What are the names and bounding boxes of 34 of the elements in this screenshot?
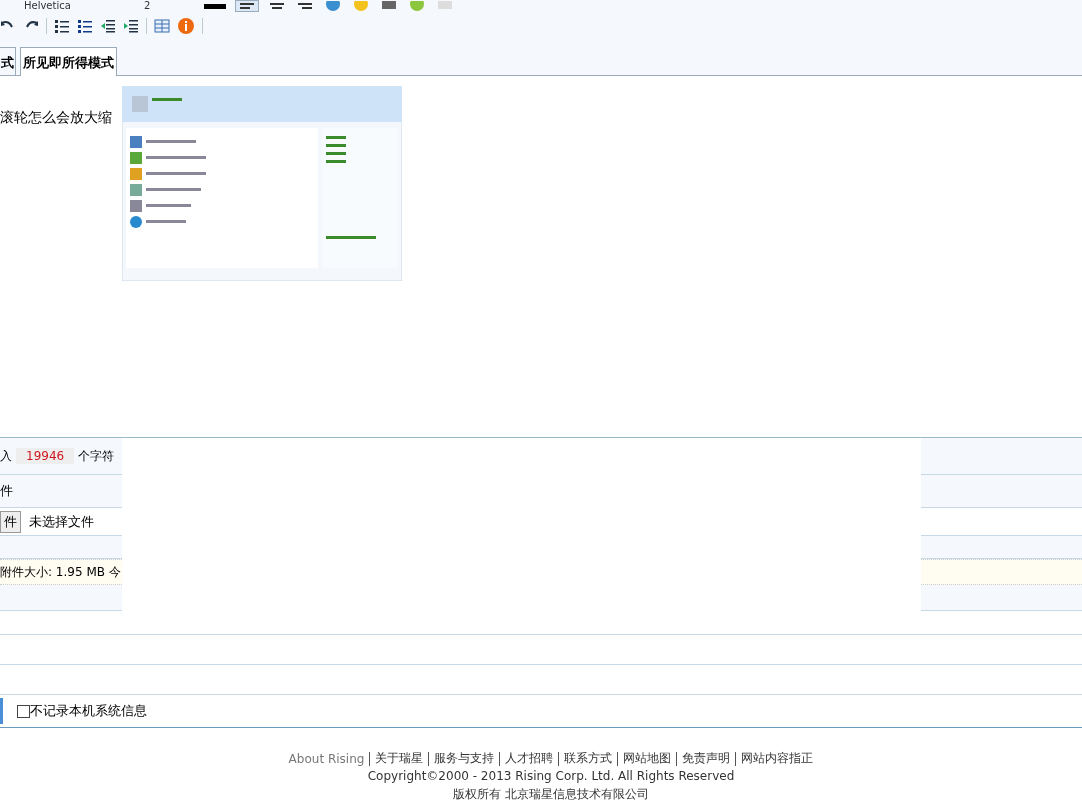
copyright-text: Copyright©2000 - 2013 Rising Corp. Ltd. All Rights Reserved [367,769,735,783]
align-right-icon[interactable] [296,1,314,11]
bullet-list-icon[interactable] [77,19,93,33]
attachment-size-info: 附件大小: 1.95 MB 今 [0,563,121,581]
numbered-list-icon[interactable] [54,19,70,33]
footer-link[interactable]: 网站内容指正 [735,752,814,766]
editor-text: 滚轮怎么会放大缩 [0,109,112,127]
table-icon[interactable] [154,19,170,33]
align-left-icon[interactable] [236,1,258,11]
text-color-icon[interactable] [204,2,226,10]
footer-link[interactable]: 联系方式 [558,752,613,766]
attachment-heading: 件 [0,482,13,500]
size-select[interactable]: 2 [144,1,194,11]
indent-icon[interactable] [123,19,139,33]
font-select[interactable]: Helvetica [24,1,134,11]
company-text: 版权所有 北京瑞星信息技术有限公司 [453,786,649,803]
outdent-icon[interactable] [100,19,116,33]
footer-link[interactable]: 服务与支持 [428,752,495,766]
checkbox[interactable] [17,704,30,718]
align-center-icon[interactable] [268,1,286,11]
count-suffix: 个字符 [78,447,115,465]
file-status: 未选择文件 [29,512,94,531]
footer-link[interactable]: 关于瑞星 [369,752,424,766]
footer-link[interactable]: 网站地图 [617,752,672,766]
footer-link[interactable]: 人才招聘 [499,752,554,766]
footer-link[interactable]: 免责声明 [676,752,731,766]
checkbox-label: 不记录本机系统信息 [30,702,147,720]
footer-link[interactable]: About Rising [288,752,365,766]
info-icon[interactable] [177,17,195,35]
mode-tab[interactable]: 式 [0,47,16,75]
choose-file-button[interactable]: 件 [0,510,21,533]
count-prefix: 入 [0,447,12,465]
mode-tab[interactable]: 所见即所得模式 [20,47,117,76]
char-count: 19946 [16,448,75,464]
